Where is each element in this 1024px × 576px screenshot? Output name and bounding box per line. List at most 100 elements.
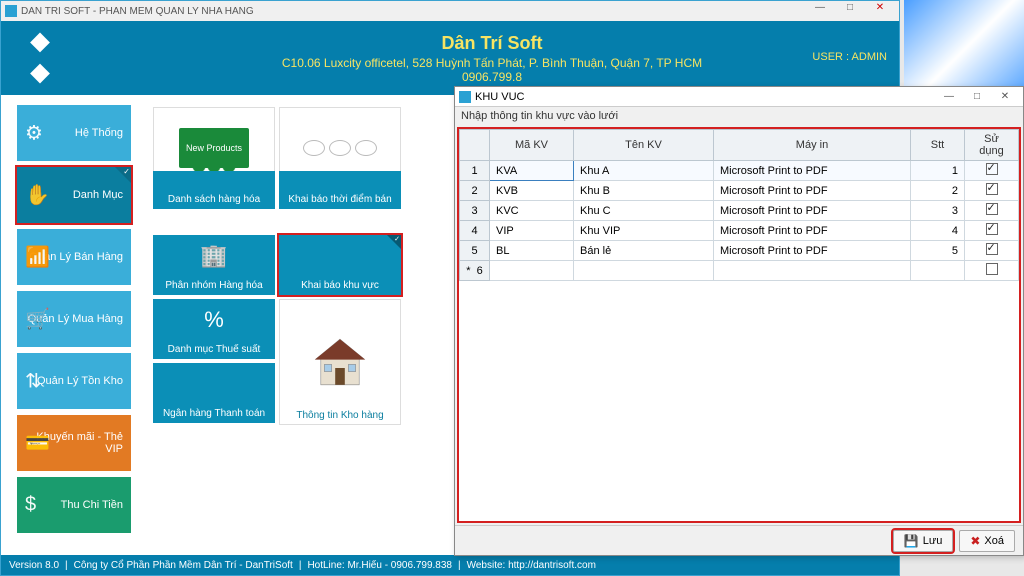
- tile-danh-sach-hang-hoa[interactable]: Danh sách hàng hóa: [153, 171, 275, 209]
- nav-label: Danh Mục: [73, 189, 123, 201]
- modal-footer: 💾 Lưu ✖ Xoá: [455, 525, 1023, 555]
- maximize-button[interactable]: □: [835, 2, 865, 20]
- card-icon: 💳: [25, 431, 50, 456]
- checkbox-icon[interactable]: [986, 263, 998, 275]
- cell-ten-kv[interactable]: Khu VIP: [574, 221, 714, 241]
- nav-thu-chi[interactable]: $ Thu Chi Tiền: [17, 477, 131, 533]
- cell-su-dung[interactable]: [965, 241, 1019, 261]
- cell-su-dung[interactable]: [965, 201, 1019, 221]
- cell-su-dung[interactable]: [965, 181, 1019, 201]
- cell-ten-kv[interactable]: Bán lẻ: [574, 241, 714, 261]
- col-stt[interactable]: Stt: [911, 130, 965, 161]
- checkbox-icon[interactable]: [986, 223, 998, 235]
- close-button[interactable]: ✕: [865, 2, 895, 20]
- cell-may-in[interactable]: Microsoft Print to PDF: [714, 221, 911, 241]
- cell-ma-kv[interactable]: BL: [490, 241, 574, 261]
- cell-may-in[interactable]: Microsoft Print to PDF: [714, 241, 911, 261]
- chart-icon: 📶: [25, 245, 50, 270]
- cell-ma-kv[interactable]: KVB: [490, 181, 574, 201]
- row-number: 5: [460, 241, 490, 261]
- grid-blank-area[interactable]: [459, 281, 1019, 521]
- delete-button[interactable]: ✖ Xoá: [959, 530, 1015, 552]
- tile-label: Ngân hàng Thanh toán: [163, 408, 265, 419]
- checkbox-icon[interactable]: [986, 243, 998, 255]
- tile-label: Thông tin Kho hàng: [280, 410, 400, 421]
- gears-icon: ⚙: [25, 121, 43, 146]
- app-address: C10.06 Luxcity officetel, 528 Huỳnh Tấn …: [95, 56, 889, 70]
- header-text: Dân Trí Soft C10.06 Luxcity officetel, 5…: [95, 33, 889, 84]
- table-row[interactable]: 5BLBán lẻMicrosoft Print to PDF5: [460, 241, 1019, 261]
- table-row[interactable]: 1KVAKhu AMicrosoft Print to PDF1: [460, 161, 1019, 181]
- col-ma-kv[interactable]: Mã KV: [490, 130, 574, 161]
- check-icon: [387, 235, 401, 249]
- cell-may-in[interactable]: Microsoft Print to PDF: [714, 201, 911, 221]
- percent-icon: %: [153, 307, 275, 333]
- cell-ma-kv[interactable]: VIP: [490, 221, 574, 241]
- modal-close[interactable]: ✕: [991, 91, 1019, 102]
- modal-maximize[interactable]: □: [963, 91, 991, 102]
- nav-khuyen-mai[interactable]: 💳 Khuyến mãi - Thẻ VIP: [17, 415, 131, 471]
- cell-may-in[interactable]: Microsoft Print to PDF: [714, 181, 911, 201]
- tile-phan-nhom-hang-hoa[interactable]: 🏢 Phân nhóm Hàng hóa: [153, 235, 275, 295]
- cell-stt[interactable]: 4: [911, 221, 965, 241]
- tile-label: Danh mục Thuế suất: [168, 344, 261, 355]
- checkbox-icon[interactable]: [986, 183, 998, 195]
- tile-danh-muc-thue[interactable]: % Danh mục Thuế suất: [153, 299, 275, 359]
- table-row[interactable]: 4VIPKhu VIPMicrosoft Print to PDF4: [460, 221, 1019, 241]
- data-grid[interactable]: Mã KV Tên KV Máy in Stt Sử dụng 1KVAKhu …: [457, 127, 1021, 523]
- tile-label: Khai báo khu vực: [301, 280, 379, 291]
- nav-label: Thu Chi Tiền: [61, 499, 123, 511]
- nav-ban-hang[interactable]: 📶 Quản Lý Bán Hàng: [17, 229, 131, 285]
- save-button[interactable]: 💾 Lưu: [893, 530, 954, 552]
- cell-may-in[interactable]: Microsoft Print to PDF: [714, 161, 911, 181]
- cell-su-dung[interactable]: [965, 221, 1019, 241]
- new-products-icon: New Products: [179, 128, 249, 168]
- modal-hint: Nhập thông tin khu vực vào lưới: [455, 107, 1023, 125]
- cell-stt[interactable]: [911, 261, 965, 281]
- titlebar-text: DAN TRI SOFT - PHAN MEM QUAN LY NHA HANG: [21, 6, 254, 17]
- tile-label: Danh sách hàng hóa: [168, 194, 260, 205]
- modal-titlebar[interactable]: KHU VUC — □ ✕: [455, 87, 1023, 107]
- app-title: Dân Trí Soft: [95, 33, 889, 54]
- cell-stt[interactable]: 5: [911, 241, 965, 261]
- delete-icon: ✖: [970, 534, 980, 548]
- row-number: 2: [460, 181, 490, 201]
- cell-stt[interactable]: 3: [911, 201, 965, 221]
- row-number: 3: [460, 201, 490, 221]
- cell-ten-kv[interactable]: [574, 261, 714, 281]
- tile-khai-bao-khu-vuc[interactable]: Khai báo khu vực: [279, 235, 401, 295]
- nav-ton-kho[interactable]: ⇅ Quản Lý Tồn Kho: [17, 353, 131, 409]
- table-row[interactable]: 3KVCKhu CMicrosoft Print to PDF3: [460, 201, 1019, 221]
- cell-ma-kv[interactable]: [490, 261, 574, 281]
- nav-danh-muc[interactable]: ✋ Danh Mục: [17, 167, 131, 223]
- cell-ten-kv[interactable]: Khu A: [574, 161, 714, 181]
- tile-thong-tin-kho[interactable]: Thông tin Kho hàng: [279, 299, 401, 425]
- tile-ngan-hang[interactable]: Ngân hàng Thanh toán: [153, 363, 275, 423]
- col-ten-kv[interactable]: Tên KV: [574, 130, 714, 161]
- cell-su-dung[interactable]: [965, 261, 1019, 281]
- checkbox-icon[interactable]: [986, 163, 998, 175]
- cell-ma-kv[interactable]: KVA: [490, 161, 574, 181]
- table-row[interactable]: 2KVBKhu BMicrosoft Print to PDF2: [460, 181, 1019, 201]
- modal-icon: [459, 91, 471, 103]
- col-may-in[interactable]: Máy in: [714, 130, 911, 161]
- nav-mua-hang[interactable]: 🛒 Quản Lý Mua Hàng: [17, 291, 131, 347]
- cell-ten-kv[interactable]: Khu C: [574, 201, 714, 221]
- save-label: Lưu: [923, 535, 943, 547]
- cell-stt[interactable]: 2: [911, 181, 965, 201]
- minimize-button[interactable]: —: [805, 2, 835, 20]
- cell-stt[interactable]: 1: [911, 161, 965, 181]
- box-arrows-icon: ⇅: [25, 369, 42, 394]
- col-su-dung[interactable]: Sử dụng: [965, 130, 1019, 161]
- cell-ma-kv[interactable]: KVC: [490, 201, 574, 221]
- money-icon: $: [25, 494, 36, 517]
- cell-su-dung[interactable]: [965, 161, 1019, 181]
- cell-may-in[interactable]: [714, 261, 911, 281]
- table-row-new[interactable]: * 6: [460, 261, 1019, 281]
- nav-he-thong[interactable]: ⚙ Hệ Thống: [17, 105, 131, 161]
- modal-minimize[interactable]: —: [935, 91, 963, 102]
- cell-ten-kv[interactable]: Khu B: [574, 181, 714, 201]
- checkbox-icon[interactable]: [986, 203, 998, 215]
- tile-khai-bao-thoi-diem[interactable]: Khai báo thời điểm bán: [279, 171, 401, 209]
- main-titlebar[interactable]: DAN TRI SOFT - PHAN MEM QUAN LY NHA HANG…: [1, 1, 899, 21]
